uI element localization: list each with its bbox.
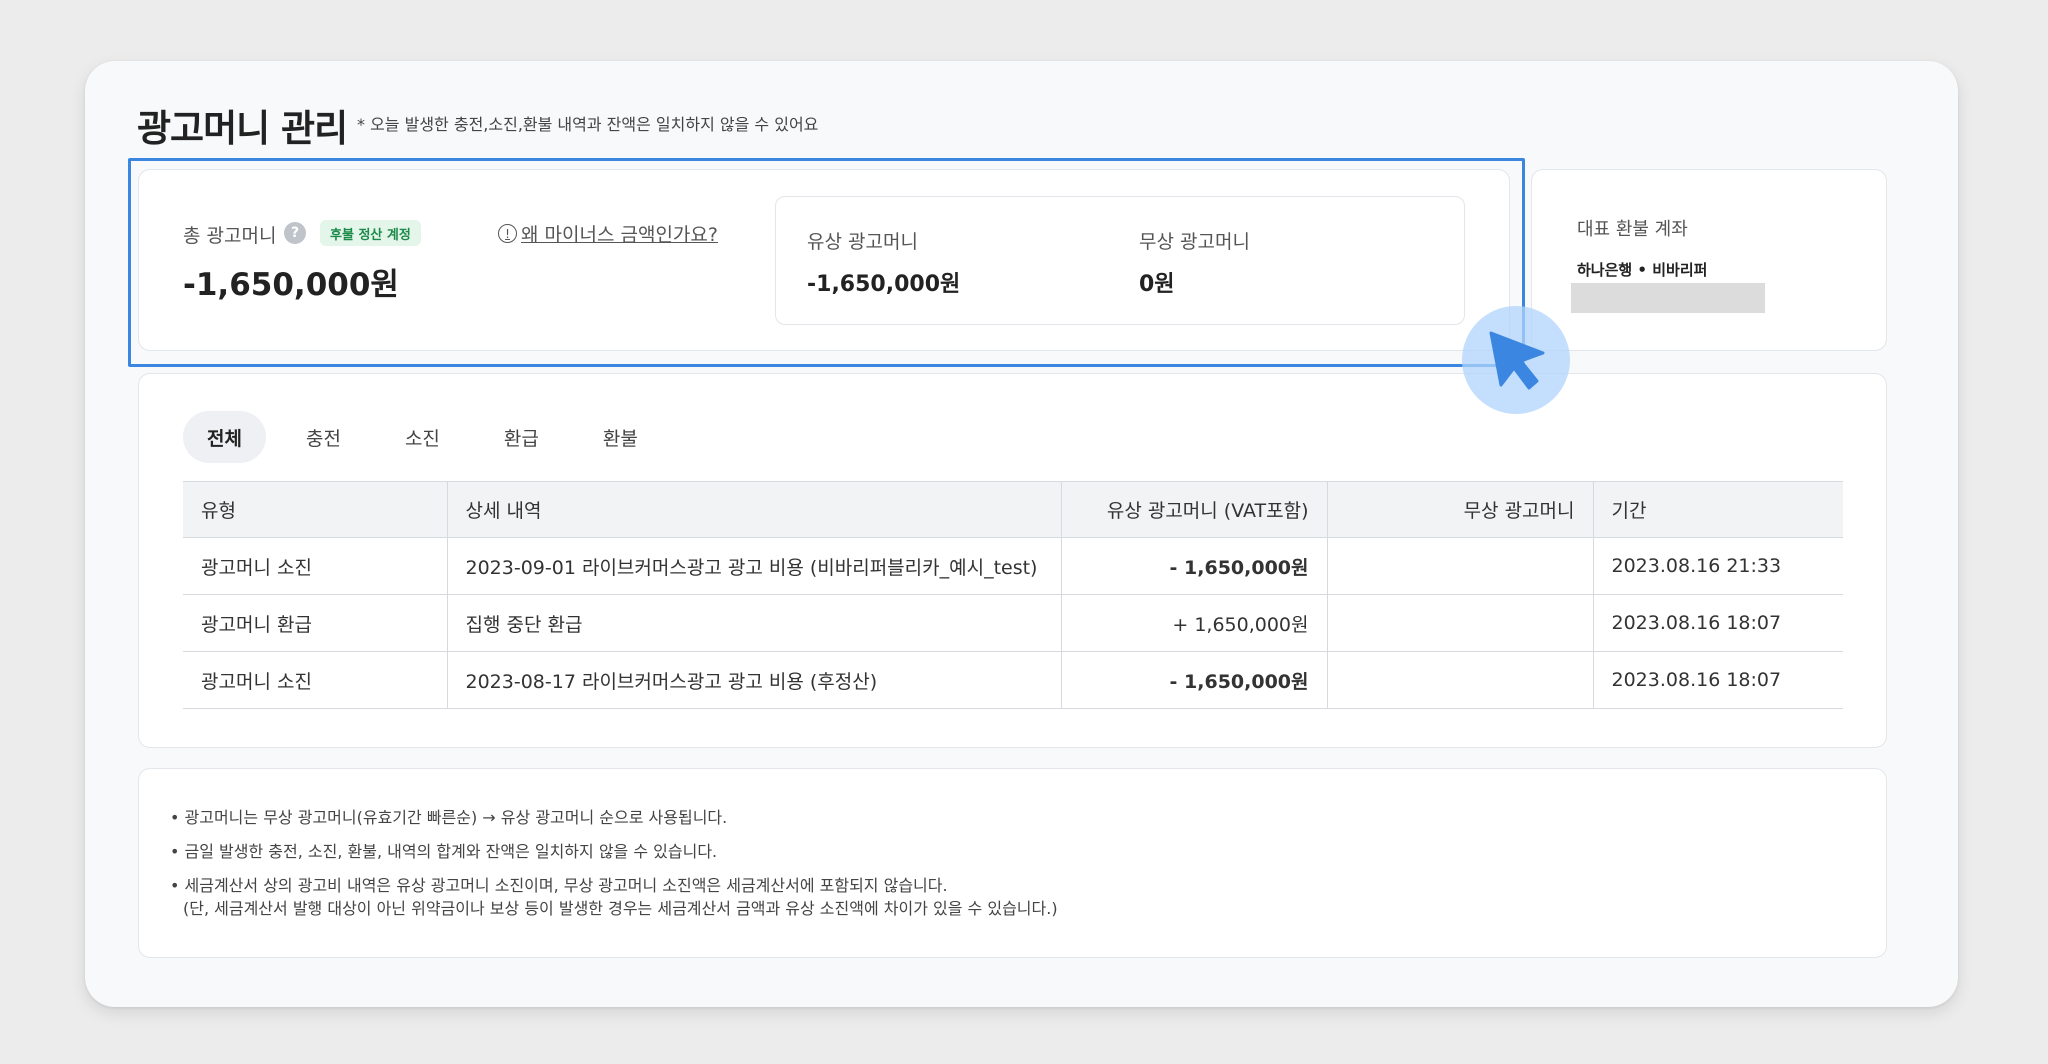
notes-list: • 광고머니는 무상 광고머니(유효기간 빠른순) → 유상 광고머니 순으로 … xyxy=(170,801,1058,921)
page-title: 광고머니 관리 xyxy=(137,107,348,150)
cell-type: 광고머니 소진 xyxy=(183,651,447,709)
cell-paid: + 1,650,000원 xyxy=(1060,594,1327,652)
cell-type: 광고머니 소진 xyxy=(183,537,447,595)
refund-account-title: 대표 환불 계좌 xyxy=(1577,219,1688,240)
header-type: 유형 xyxy=(183,481,447,538)
paid-money-label: 유상 광고머니 xyxy=(807,231,918,253)
settlement-badge: 후불 정산 계정 xyxy=(320,220,421,246)
cell-detail: 2023-09-01 라이브커머스광고 광고 비용 (비바리퍼블리카_예시_te… xyxy=(446,537,1061,595)
cell-type: 광고머니 환급 xyxy=(183,594,447,652)
tab-all[interactable]: 전체 xyxy=(183,411,266,463)
refund-account-bank: 하나은행 • 비바리퍼 xyxy=(1577,261,1708,279)
cell-date: 2023.08.16 21:33 xyxy=(1592,537,1843,595)
tab-charge[interactable]: 충전 xyxy=(282,411,365,463)
cell-date: 2023.08.16 18:07 xyxy=(1592,651,1843,709)
note-item: • 금일 발생한 충전, 소진, 환불, 내역의 합계와 잔액은 일치하지 않을… xyxy=(170,842,718,861)
page-note: * 오늘 발생한 충전,소진,환불 내역과 잔액은 일치하지 않을 수 있어요 xyxy=(357,115,819,134)
paid-money-amount: -1,650,000원 xyxy=(807,272,961,297)
mouse-pointer-icon xyxy=(1489,331,1545,390)
cell-free xyxy=(1326,537,1593,595)
table-header-row: 유형 상세 내역 유상 광고머니 (VAT포함) 무상 광고머니 기간 xyxy=(183,481,1843,538)
cell-date: 2023.08.16 18:07 xyxy=(1592,594,1843,652)
cell-detail: 2023-08-17 라이브커머스광고 광고 비용 (후정산) xyxy=(446,651,1061,709)
masked-account-number xyxy=(1571,283,1765,313)
cell-paid: - 1,650,000원 xyxy=(1060,651,1327,709)
cell-detail: 집행 중단 환급 xyxy=(446,594,1061,652)
tab-spend[interactable]: 소진 xyxy=(381,411,464,463)
why-negative-link[interactable]: ! 왜 마이너스 금액인가요? xyxy=(498,220,718,247)
note-item-continuation: (단, 세금계산서 발행 대상이 아닌 위약금이나 보상 등이 발생한 경우는 … xyxy=(183,899,1058,918)
total-label: 총 광고머니 xyxy=(183,225,277,247)
free-money-amount: 0원 xyxy=(1139,272,1175,297)
table-row: 광고머니 소진 2023-08-17 라이브커머스광고 광고 비용 (후정산) … xyxy=(183,651,1843,709)
free-money-label: 무상 광고머니 xyxy=(1139,231,1250,253)
cell-free xyxy=(1326,651,1593,709)
info-circle-icon: ! xyxy=(498,224,517,243)
balance-breakdown-box xyxy=(775,196,1465,325)
header-free: 무상 광고머니 xyxy=(1326,481,1593,538)
header-paid: 유상 광고머니 (VAT포함) xyxy=(1060,481,1327,538)
tab-return[interactable]: 환급 xyxy=(480,411,563,463)
tab-refund[interactable]: 환불 xyxy=(579,411,662,463)
table-row: 광고머니 소진 2023-09-01 라이브커머스광고 광고 비용 (비바리퍼블… xyxy=(183,537,1843,595)
cell-paid: - 1,650,000원 xyxy=(1060,537,1327,595)
table-row: 광고머니 환급 집행 중단 환급 + 1,650,000원 2023.08.16… xyxy=(183,594,1843,652)
why-negative-label: 왜 마이너스 금액인가요? xyxy=(521,224,718,246)
history-tabs: 전체 충전 소진 환급 환불 xyxy=(183,411,678,463)
question-circle-icon[interactable]: ? xyxy=(284,222,306,244)
header-detail: 상세 내역 xyxy=(446,481,1061,538)
note-item: • 광고머니는 무상 광고머니(유효기간 빠른순) → 유상 광고머니 순으로 … xyxy=(170,808,728,827)
header-date: 기간 xyxy=(1592,481,1843,538)
total-amount: -1,650,000원 xyxy=(183,267,399,303)
cell-free xyxy=(1326,594,1593,652)
history-table: 유형 상세 내역 유상 광고머니 (VAT포함) 무상 광고머니 기간 광고머니… xyxy=(183,481,1843,709)
